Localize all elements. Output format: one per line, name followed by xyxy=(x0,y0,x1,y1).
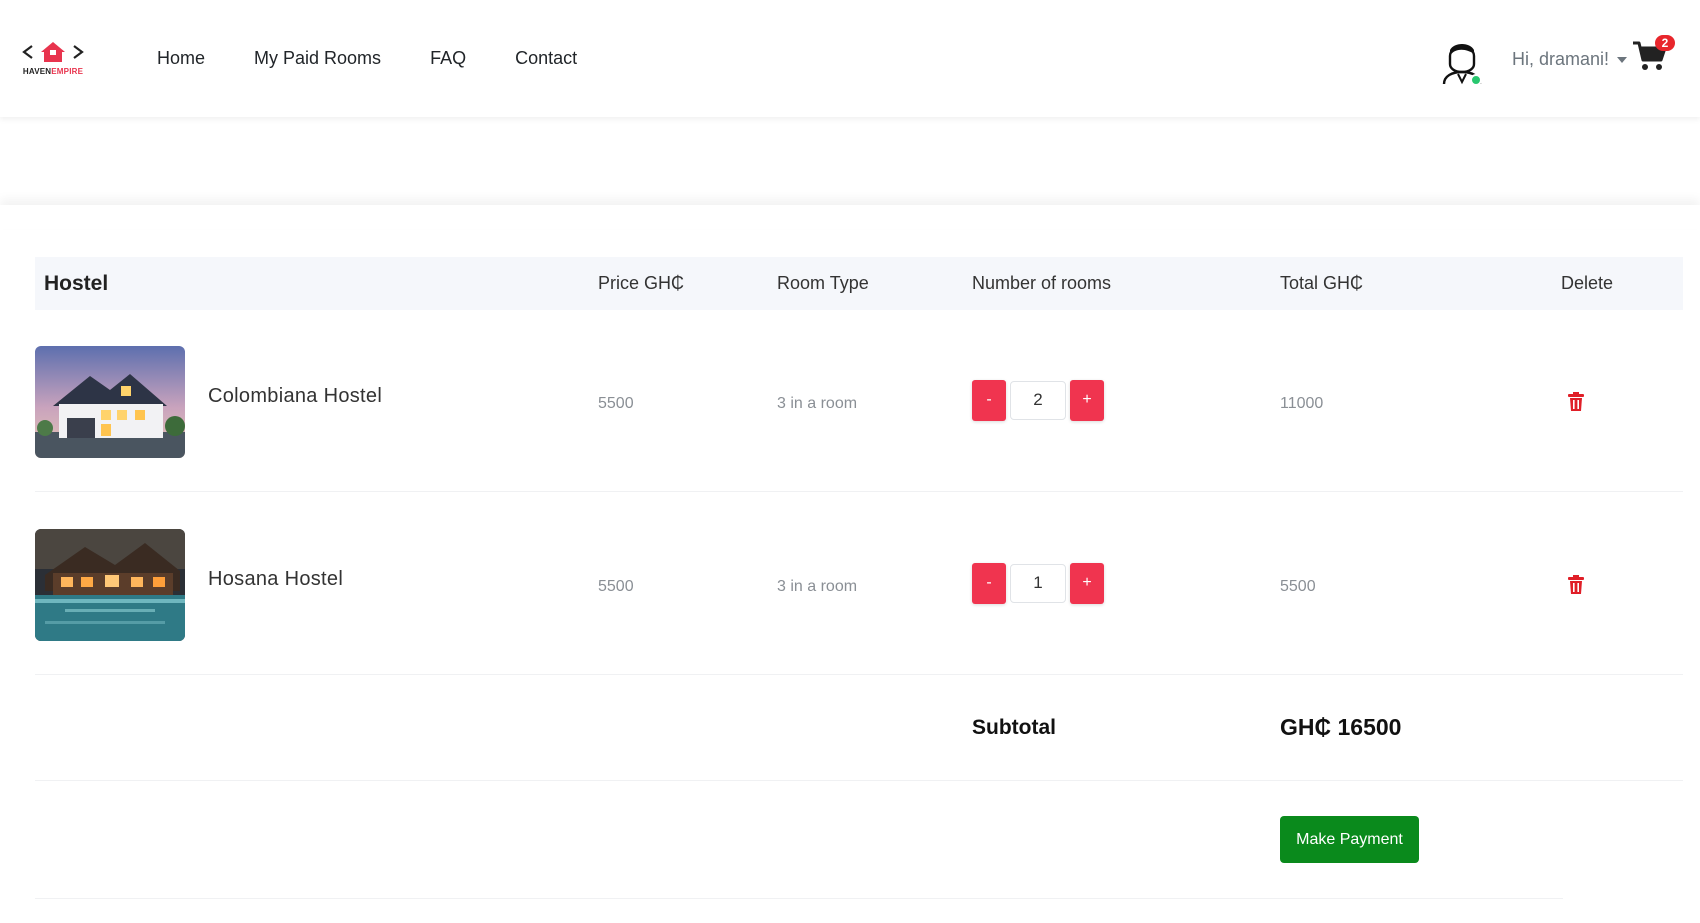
room-type-cell: 3 in a room xyxy=(777,395,858,412)
chevron-down-icon xyxy=(1617,57,1628,64)
house-logo-icon xyxy=(22,42,84,62)
brand-logo[interactable]: HAVENEMPIRE xyxy=(22,40,84,80)
table-row: Colombiana Hostel 5500 3 in a room - + 1… xyxy=(35,310,1683,492)
nav-home[interactable]: Home xyxy=(157,48,205,69)
trash-icon[interactable] xyxy=(1568,575,1584,595)
nav-my-paid-rooms[interactable]: My Paid Rooms xyxy=(254,48,381,69)
header-total: Total GH₵ xyxy=(1280,273,1364,293)
brand-word-haven: HAVEN xyxy=(22,67,52,76)
total-cell: 11000 xyxy=(1280,395,1324,412)
brand-word-empire: EMPIRE xyxy=(51,67,84,76)
quantity-stepper: - + xyxy=(972,562,1104,604)
user-menu-toggle[interactable]: Hi, dramani! xyxy=(1512,49,1628,70)
header-price: Price GH₵ xyxy=(598,273,685,293)
increment-button[interactable]: + xyxy=(1070,562,1104,604)
nav-faq[interactable]: FAQ xyxy=(430,48,466,69)
nav-contact[interactable]: Contact xyxy=(515,48,577,69)
brand-wordmark: HAVENEMPIRE xyxy=(22,67,84,76)
section-divider xyxy=(0,205,1700,229)
quantity-input[interactable] xyxy=(1010,380,1066,420)
main-nav: Home My Paid Rooms FAQ Contact xyxy=(157,0,626,117)
trash-icon[interactable] xyxy=(1568,392,1584,412)
decrement-button[interactable]: - xyxy=(972,562,1006,604)
subtotal-value: GH₵ 16500 xyxy=(1280,714,1402,740)
cart-count-badge: 2 xyxy=(1655,35,1675,51)
house-at-dusk-image xyxy=(35,346,185,458)
header-hostel: Hostel xyxy=(44,272,109,295)
user-avatar-icon[interactable] xyxy=(1440,38,1484,86)
header-number-of-rooms: Number of rooms xyxy=(972,273,1112,293)
quantity-input[interactable] xyxy=(1010,563,1066,603)
hostel-name: Colombiana Hostel xyxy=(208,385,383,407)
make-payment-button[interactable]: Make Payment xyxy=(1280,816,1419,863)
user-greeting: Hi, dramani! xyxy=(1512,49,1610,69)
header-room-type: Room Type xyxy=(777,273,869,293)
quantity-stepper: - + xyxy=(972,379,1104,421)
navbar: HAVENEMPIRE Home My Paid Rooms FAQ Conta… xyxy=(0,0,1700,117)
hostel-name: Hosana Hostel xyxy=(208,568,344,590)
increment-button[interactable]: + xyxy=(1070,379,1104,421)
user-area: Hi, dramani! 2 xyxy=(1440,0,1700,117)
table-row: Hosana Hostel 5500 3 in a room - + 5500 xyxy=(35,493,1683,675)
room-type-cell: 3 in a room xyxy=(777,578,858,595)
subtotal-row: Subtotal GH₵ 16500 xyxy=(35,677,1683,781)
price-cell: 5500 xyxy=(598,395,634,412)
total-cell: 5500 xyxy=(1280,578,1316,595)
decrement-button[interactable]: - xyxy=(972,379,1006,421)
subtotal-label: Subtotal xyxy=(972,716,1056,739)
price-cell: 5500 xyxy=(598,578,634,595)
lodge-with-pool-image xyxy=(35,529,185,641)
payment-row: Make Payment xyxy=(35,781,1563,899)
online-status-dot xyxy=(1470,74,1482,86)
cart-table-header: Hostel Price GH₵ Room Type Number of roo… xyxy=(35,257,1683,310)
header-delete: Delete xyxy=(1561,273,1614,293)
